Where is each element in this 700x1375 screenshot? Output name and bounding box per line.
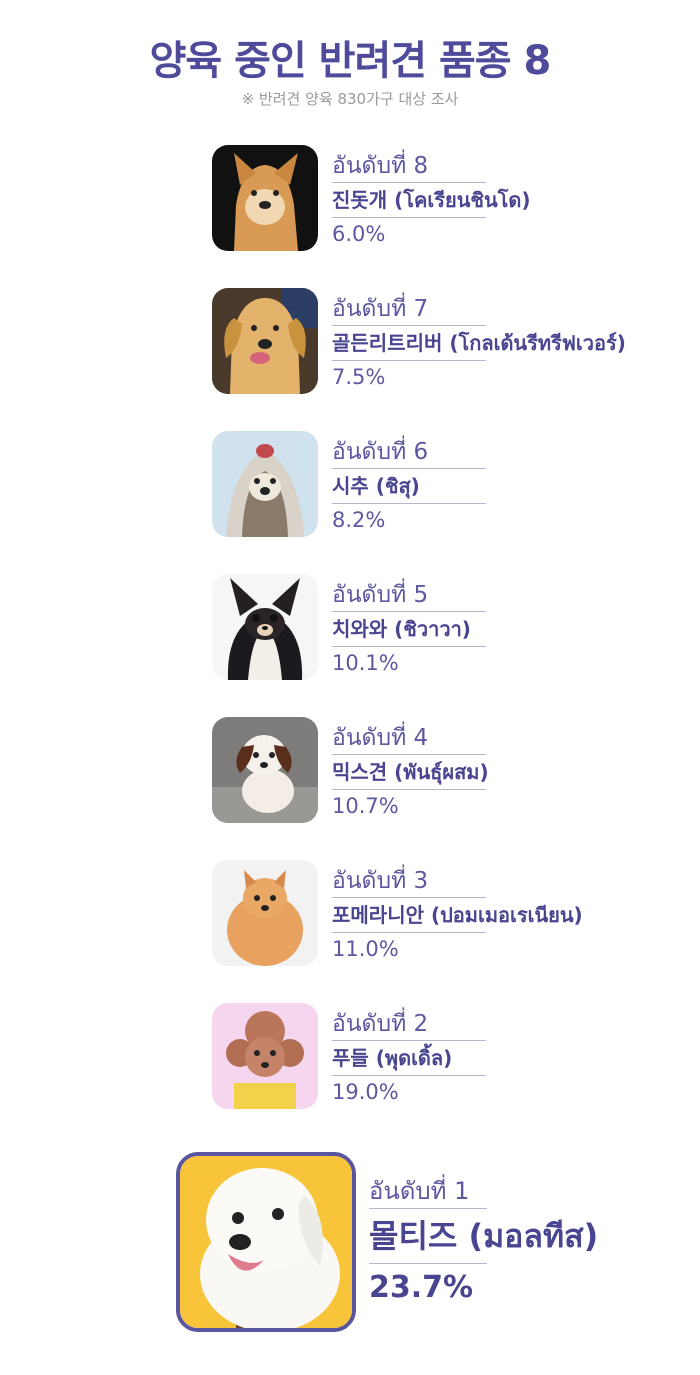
breed-name: 진돗개 (โคเรียนชินโด)	[332, 183, 531, 218]
breed-percent: 6.0%	[332, 222, 386, 246]
rank-label: อันดับที่ 8	[332, 151, 486, 183]
rank-label: อันดับที่ 5	[332, 580, 486, 612]
rank-label: อันดับที่ 1	[369, 1174, 487, 1209]
rank-label: อันดับที่ 2	[332, 1009, 486, 1041]
breed-item-rank-2: อันดับที่ 2 푸들 (พุดเดิ้ล) 19.0%	[212, 1003, 700, 1113]
breed-item-rank-3: อันดับที่ 3 포메라니안 (ปอมเมอเรเนียน) 11.0%	[212, 860, 700, 970]
rank-label: อันดับที่ 3	[332, 866, 486, 898]
breed-item-rank-8: อันดับที่ 8 진돗개 (โคเรียนชินโด) 6.0%	[212, 145, 700, 255]
breed-item-rank-7: อันดับที่ 7 골든리트리버 (โกลเด้นรีทรีฟเวอร์) …	[212, 288, 700, 398]
breed-name: 시추 (ชิสุ)	[332, 469, 486, 504]
breed-name: 치와와 (ชิวาวา)	[332, 612, 486, 647]
page-title: 양육 중인 반려견 품종 8	[149, 38, 552, 84]
breed-name: 포메라니안 (ปอมเมอเรเนียน)	[332, 898, 583, 933]
breed-percent: 10.1%	[332, 651, 399, 675]
breed-item-rank-1: อันดับที่ 1 몰티즈 (มอลทีส) 23.7%	[176, 1152, 700, 1332]
breed-percent: 23.7%	[369, 1270, 474, 1305]
rank-label: อันดับที่ 4	[332, 723, 486, 755]
breed-percent: 7.5%	[332, 365, 386, 389]
poodle-photo	[212, 1003, 318, 1109]
breed-item-rank-4: อันดับที่ 4 믹스견 (พันธุ์ผสม) 10.7%	[212, 717, 700, 827]
jindo-dog-photo	[212, 145, 318, 251]
breed-percent: 8.2%	[332, 508, 386, 532]
breed-item-rank-5: อันดับที่ 5 치와와 (ชิวาวา) 10.1%	[212, 574, 700, 684]
shih-tzu-photo	[212, 431, 318, 537]
chihuahua-photo	[212, 574, 318, 680]
rank-label: อันดับที่ 6	[332, 437, 486, 469]
breed-percent: 10.7%	[332, 794, 399, 818]
pomeranian-photo	[212, 860, 318, 966]
rank-label: อันดับที่ 7	[332, 294, 486, 326]
maltese-photo	[176, 1152, 356, 1332]
breed-name: 몰티즈 (มอลทีส)	[369, 1209, 598, 1264]
mixed-breed-puppy-photo	[212, 717, 318, 823]
breed-name: 푸들 (พุดเดิ้ล)	[332, 1041, 486, 1076]
breed-name: 골든리트리버 (โกลเด้นรีทรีฟเวอร์)	[332, 326, 626, 361]
breed-item-rank-6: อันดับที่ 6 시추 (ชิสุ) 8.2%	[212, 431, 700, 541]
breed-name: 믹스견 (พันธุ์ผสม)	[332, 755, 489, 790]
golden-retriever-photo	[212, 288, 318, 394]
breed-percent: 11.0%	[332, 937, 399, 961]
breed-percent: 19.0%	[332, 1080, 399, 1104]
survey-note: ※ 반려견 양육 830가구 대상 조사	[241, 90, 459, 108]
